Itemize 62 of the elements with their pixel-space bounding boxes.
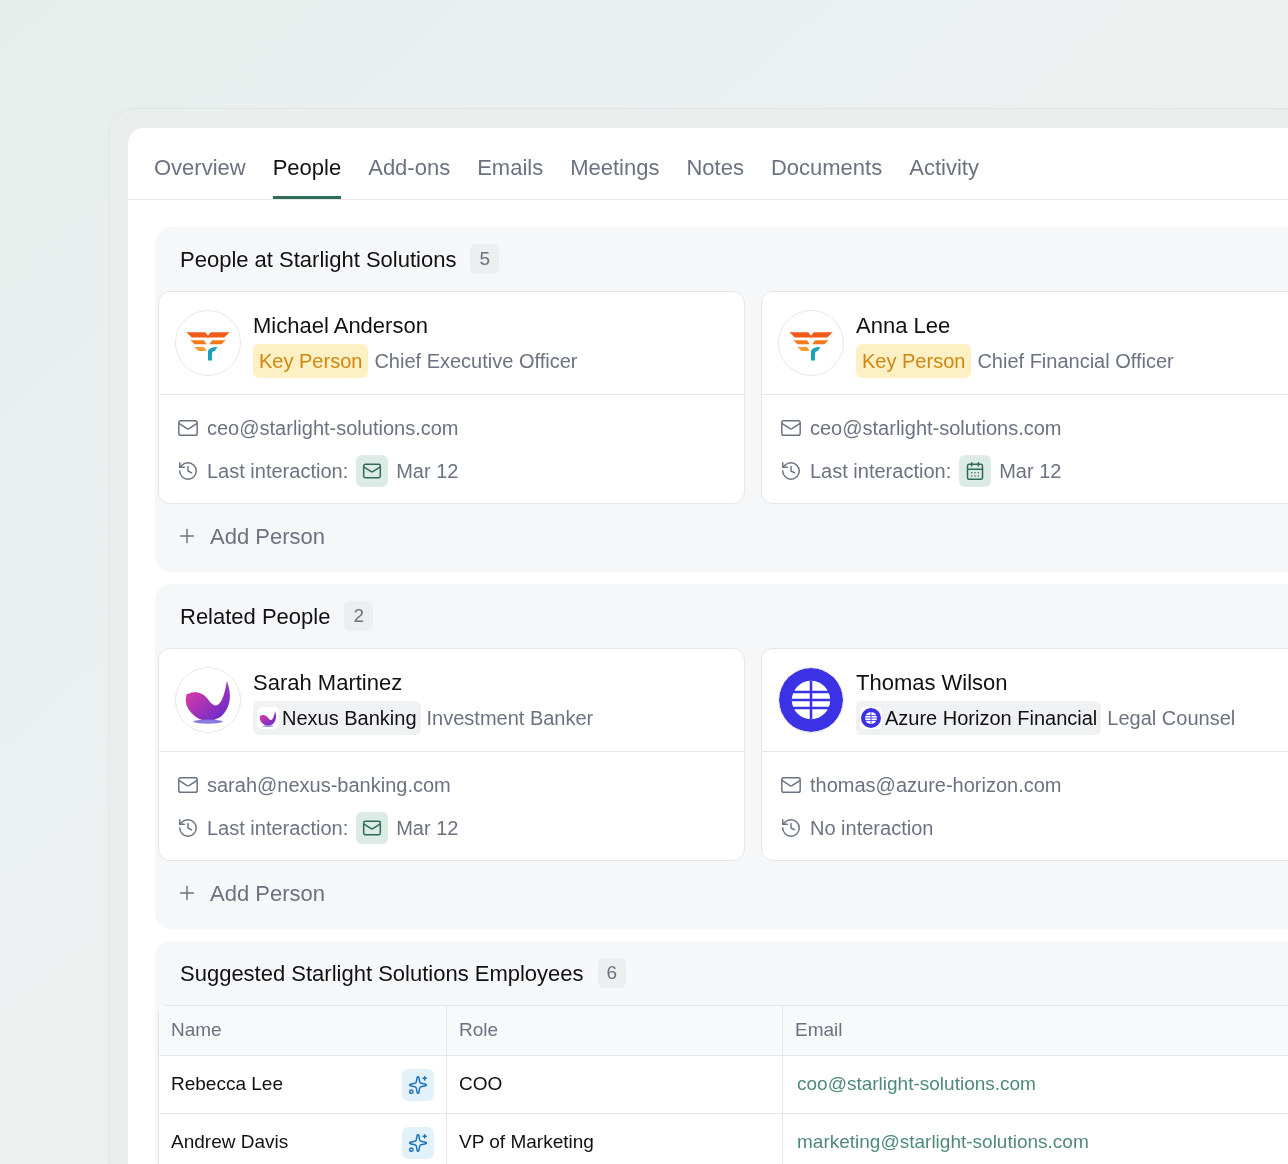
count-badge: 5	[470, 243, 499, 275]
mail-icon	[780, 774, 802, 796]
interaction-label: Last interaction:	[810, 459, 952, 484]
email-address: sarah@nexus-banking.com	[207, 773, 451, 798]
add-person-button[interactable]: Add Person	[158, 504, 343, 568]
section-title: Related People	[180, 602, 331, 631]
tab[interactable]: Notes	[686, 151, 744, 199]
email-channel-icon	[356, 812, 389, 844]
mail-icon	[177, 417, 199, 439]
tab[interactable]: Add-ons	[368, 151, 451, 199]
column-header: Email	[782, 1006, 1288, 1055]
person-name: Anna Lee	[856, 311, 952, 340]
history-icon	[177, 460, 199, 482]
interaction-label: Last interaction:	[207, 816, 349, 841]
key-person-badge: Key Person	[856, 343, 972, 378]
job-title: Chief Executive Officer	[374, 348, 578, 374]
person-name: Michael Anderson	[253, 311, 429, 340]
name-cell-text: Andrew Davis	[171, 1130, 289, 1155]
name-cell-text: Rebecca Lee	[171, 1072, 283, 1097]
interaction-label: Last interaction:	[207, 459, 349, 484]
history-icon	[780, 817, 802, 839]
section-title: Suggested Starlight Solutions Employees	[180, 959, 584, 988]
key-person-badge: Key Person	[253, 343, 369, 378]
section-title: People at Starlight Solutions	[180, 245, 457, 274]
column-header: Role	[446, 1006, 782, 1055]
email-channel-icon	[356, 455, 389, 487]
person-name: Thomas Wilson	[856, 668, 1009, 697]
calendar-channel-icon	[959, 455, 992, 487]
email-link[interactable]: coo@starlight-solutions.com	[782, 1056, 1288, 1113]
add-person-button[interactable]: Add Person	[158, 861, 343, 925]
count-badge: 2	[344, 600, 374, 632]
tab[interactable]: Activity	[909, 151, 979, 199]
tab[interactable]: People	[272, 151, 342, 199]
job-title: Investment Banker	[426, 705, 594, 731]
interaction-date: Mar 12	[396, 816, 459, 841]
role-cell: VP of Marketing	[446, 1114, 782, 1164]
email-address: thomas@azure-horizon.com	[810, 773, 1062, 798]
globe-logo-icon	[861, 707, 881, 728]
job-title: Legal Counsel	[1107, 705, 1236, 731]
interaction-date: Mar 12	[999, 459, 1062, 484]
company-name: Nexus Banking	[282, 705, 417, 731]
email-address: ceo@starlight-solutions.com	[207, 416, 459, 441]
email-link[interactable]: marketing@starlight-solutions.com	[782, 1114, 1288, 1164]
role-cell: COO	[446, 1056, 782, 1113]
tab[interactable]: Overview	[154, 151, 246, 199]
person-name: Sarah Martinez	[253, 668, 404, 697]
tab[interactable]: Documents	[770, 151, 883, 199]
history-icon	[780, 460, 802, 482]
tab[interactable]: Meetings	[570, 151, 660, 199]
column-header: Name	[170, 1018, 223, 1043]
interaction-label: No interaction	[810, 816, 934, 841]
sparkle-icon	[402, 1068, 434, 1101]
mail-icon	[780, 417, 802, 439]
mail-icon	[177, 774, 199, 796]
sparkle-icon	[402, 1126, 434, 1159]
tab[interactable]: Emails	[477, 151, 544, 199]
history-icon	[177, 817, 199, 839]
company-name: Azure Horizon Financial	[885, 705, 1098, 731]
email-address: ceo@starlight-solutions.com	[810, 416, 1062, 441]
job-title: Chief Financial Officer	[977, 348, 1174, 374]
interaction-date: Mar 12	[396, 459, 459, 484]
count-badge: 6	[597, 957, 627, 989]
